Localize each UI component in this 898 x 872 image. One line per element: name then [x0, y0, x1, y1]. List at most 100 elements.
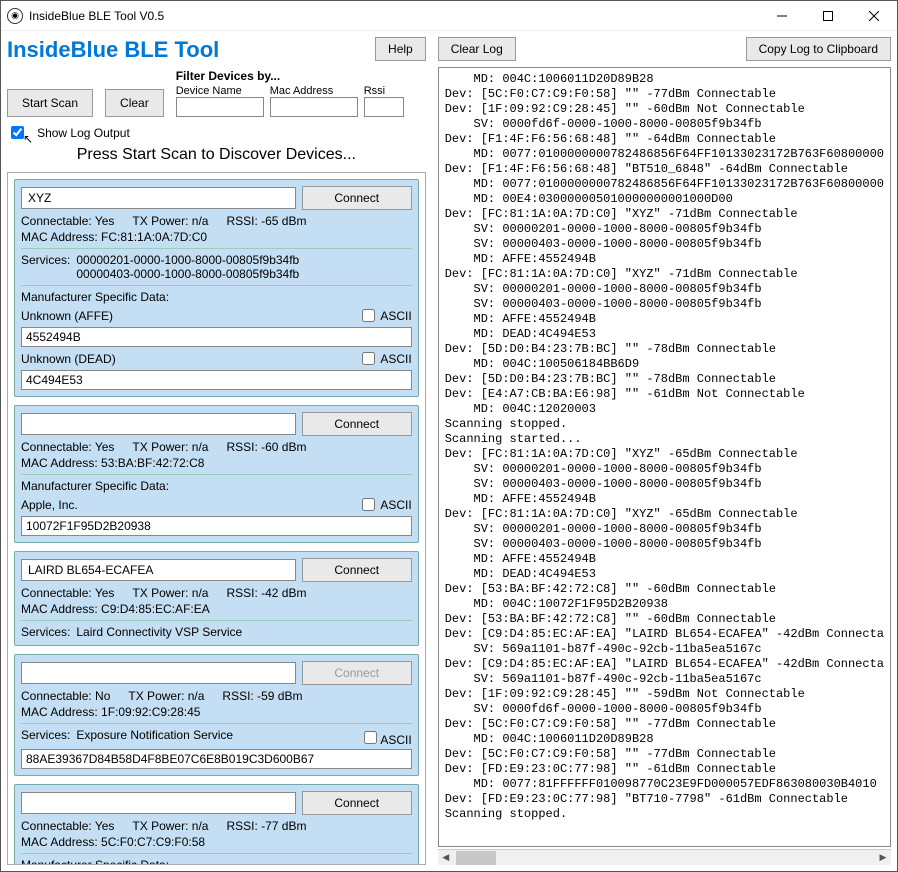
- copy-log-button[interactable]: Copy Log to Clipboard: [746, 37, 891, 61]
- log-line: Dev: [FD:E9:23:0C:77:98] "BT710-7798" -6…: [445, 792, 884, 807]
- ascii-toggle[interactable]: ASCII: [358, 349, 411, 368]
- mac-field: MAC Address: 53:BA:BF:42:72:C8: [21, 456, 412, 470]
- device-name-input[interactable]: [21, 187, 296, 209]
- show-log-label: Show Log Output: [37, 126, 130, 140]
- log-line: Dev: [5C:F0:C7:C9:F0:58] "" -77dBm Conne…: [445, 87, 884, 102]
- device-card: Connect Connectable: No TX Power: n/a RS…: [14, 654, 419, 776]
- log-line: SV: 00000201-0000-1000-8000-00805f9b34fb: [445, 462, 884, 477]
- msd-vendor: Apple, Inc.: [21, 498, 358, 512]
- log-line: Dev: [C9:D4:85:EC:AF:EA] "LAIRD BL654-EC…: [445, 657, 884, 672]
- connect-button[interactable]: Connect: [302, 558, 412, 582]
- log-line: SV: 00000403-0000-1000-8000-00805f9b34fb: [445, 297, 884, 312]
- log-line: Dev: [1F:09:92:C9:28:45] "" -59dBm Not C…: [445, 687, 884, 702]
- log-output[interactable]: MD: 004C:1006011D20D89B28Dev: [5C:F0:C7:…: [438, 67, 891, 847]
- scroll-right-icon[interactable]: ▶: [875, 852, 891, 863]
- mac-field: MAC Address: FC:81:1A:0A:7D:C0: [21, 230, 412, 244]
- app-icon: ◉: [7, 8, 23, 24]
- log-line: Dev: [FC:81:1A:0A:7D:C0] "XYZ" -65dBm Co…: [445, 507, 884, 522]
- device-card: Connect Connectable: Yes TX Power: n/a R…: [14, 179, 419, 397]
- device-name-input[interactable]: [21, 792, 296, 814]
- log-line: MD: 00E4:030000005010000000001000D00: [445, 192, 884, 207]
- scroll-thumb[interactable]: [456, 851, 496, 865]
- log-line: MD: 004C:100506184BB6D9: [445, 357, 884, 372]
- txpower-field: TX Power: n/a: [132, 586, 208, 600]
- cursor-icon: ↖: [23, 132, 33, 146]
- log-line: SV: 569a1101-b87f-490c-92cb-11ba5ea5167c: [445, 672, 884, 687]
- log-line: MD: DEAD:4C494E53: [445, 567, 884, 582]
- device-name-input[interactable]: [21, 413, 296, 435]
- log-line: Dev: [53:BA:BF:42:72:C8] "" -60dBm Conne…: [445, 612, 884, 627]
- log-line: Dev: [E4:A7:CB:BA:E6:98] "" -61dBm Not C…: [445, 387, 884, 402]
- start-scan-button[interactable]: Start Scan: [7, 89, 93, 117]
- service-list: 00000201-0000-1000-8000-00805f9b34fb0000…: [76, 253, 299, 281]
- service-name: Exposure Notification Service: [76, 728, 354, 747]
- ascii-toggle[interactable]: ASCII: [360, 728, 411, 747]
- msd-vendor: Unknown (DEAD): [21, 352, 358, 366]
- msd-data: 10072F1F95D2B20938: [21, 516, 412, 536]
- log-line: SV: 0000fd6f-0000-1000-8000-00805f9b34fb: [445, 117, 884, 132]
- log-line: Dev: [FC:81:1A:0A:7D:C0] "XYZ" -71dBm Co…: [445, 207, 884, 222]
- minimize-button[interactable]: [759, 1, 805, 31]
- log-line: SV: 00000201-0000-1000-8000-00805f9b34fb: [445, 282, 884, 297]
- msd-data: 4C494E53: [21, 370, 412, 390]
- close-button[interactable]: [851, 1, 897, 31]
- rssi-field: RSSI: -65 dBm: [226, 214, 306, 228]
- log-line: Dev: [5D:D0:B4:23:7B:BC] "" -78dBm Conne…: [445, 372, 884, 387]
- device-list[interactable]: Connect Connectable: Yes TX Power: n/a R…: [7, 172, 426, 865]
- device-card: Connect Connectable: Yes TX Power: n/a R…: [14, 784, 419, 865]
- log-line: Dev: [5C:F0:C7:C9:F0:58] "" -77dBm Conne…: [445, 717, 884, 732]
- device-name-input[interactable]: [21, 559, 296, 581]
- device-name-input[interactable]: [21, 662, 296, 684]
- log-line: MD: DEAD:4C494E53: [445, 327, 884, 342]
- help-button[interactable]: Help: [375, 37, 426, 61]
- log-line: Dev: [F1:4F:F6:56:68:48] "" -64dBm Conne…: [445, 132, 884, 147]
- title-bar: ◉ InsideBlue BLE Tool V0.5: [1, 1, 897, 31]
- log-line: MD: 004C:1006011D20D89B28: [445, 72, 884, 87]
- txpower-field: TX Power: n/a: [132, 819, 208, 833]
- connect-button[interactable]: Connect: [302, 186, 412, 210]
- log-line: Scanning started...: [445, 432, 884, 447]
- filter-mac-input[interactable]: [270, 97, 358, 117]
- connectable-field: Connectable: Yes: [21, 440, 114, 454]
- log-line: SV: 00000403-0000-1000-8000-00805f9b34fb: [445, 537, 884, 552]
- msd-header: Manufacturer Specific Data:: [21, 858, 412, 865]
- filter-rssi-label: Rssi: [364, 85, 404, 97]
- log-line: Dev: [FD:E9:23:0C:77:98] "" -61dBm Conne…: [445, 762, 884, 777]
- filter-devname-input[interactable]: [176, 97, 264, 117]
- service-uuid: 00000403-0000-1000-8000-00805f9b34fb: [76, 267, 299, 281]
- log-line: Scanning stopped.: [445, 807, 884, 822]
- log-line: MD: 004C:10072F1F95D2B20938: [445, 597, 884, 612]
- rssi-field: RSSI: -77 dBm: [226, 819, 306, 833]
- clear-log-button[interactable]: Clear Log: [438, 37, 516, 61]
- filter-header: Filter Devices by...: [176, 69, 404, 83]
- log-line: SV: 00000403-0000-1000-8000-00805f9b34fb: [445, 237, 884, 252]
- msd-data: 4552494B: [21, 327, 412, 347]
- device-card: Connect Connectable: Yes TX Power: n/a R…: [14, 551, 419, 646]
- rssi-field: RSSI: -42 dBm: [226, 586, 306, 600]
- connect-button[interactable]: Connect: [302, 412, 412, 436]
- filter-mac-label: Mac Address: [270, 85, 358, 97]
- services-label: Services:: [21, 728, 70, 747]
- log-line: Dev: [C9:D4:85:EC:AF:EA] "LAIRD BL654-EC…: [445, 627, 884, 642]
- msd-header: Manufacturer Specific Data:: [21, 479, 412, 493]
- msd-vendor: Unknown (AFFE): [21, 309, 358, 323]
- mac-field: MAC Address: C9:D4:85:EC:AF:EA: [21, 602, 412, 616]
- h-scrollbar[interactable]: ◀ ▶: [438, 849, 891, 865]
- log-line: MD: 0077:0100000000782486856F64FF1013302…: [445, 177, 884, 192]
- filter-devname-label: Device Name: [176, 85, 264, 97]
- mac-field: MAC Address: 1F:09:92:C9:28:45: [21, 705, 412, 719]
- ascii-toggle[interactable]: ASCII: [358, 495, 411, 514]
- log-line: Dev: [1F:09:92:C9:28:45] "" -60dBm Not C…: [445, 102, 884, 117]
- log-line: SV: 0000fd6f-0000-1000-8000-00805f9b34fb: [445, 702, 884, 717]
- log-line: SV: 569a1101-b87f-490c-92cb-11ba5ea5167c: [445, 642, 884, 657]
- scroll-left-icon[interactable]: ◀: [438, 852, 454, 863]
- ascii-toggle[interactable]: ASCII: [358, 306, 411, 325]
- connectable-field: Connectable: No: [21, 689, 110, 703]
- rssi-field: RSSI: -59 dBm: [222, 689, 302, 703]
- clear-button[interactable]: Clear: [105, 89, 164, 117]
- filter-rssi-input[interactable]: [364, 97, 404, 117]
- connect-button[interactable]: Connect: [302, 791, 412, 815]
- service-uuid: 00000201-0000-1000-8000-00805f9b34fb: [76, 253, 299, 267]
- log-line: MD: 004C:1006011D20D89B28: [445, 732, 884, 747]
- maximize-button[interactable]: [805, 1, 851, 31]
